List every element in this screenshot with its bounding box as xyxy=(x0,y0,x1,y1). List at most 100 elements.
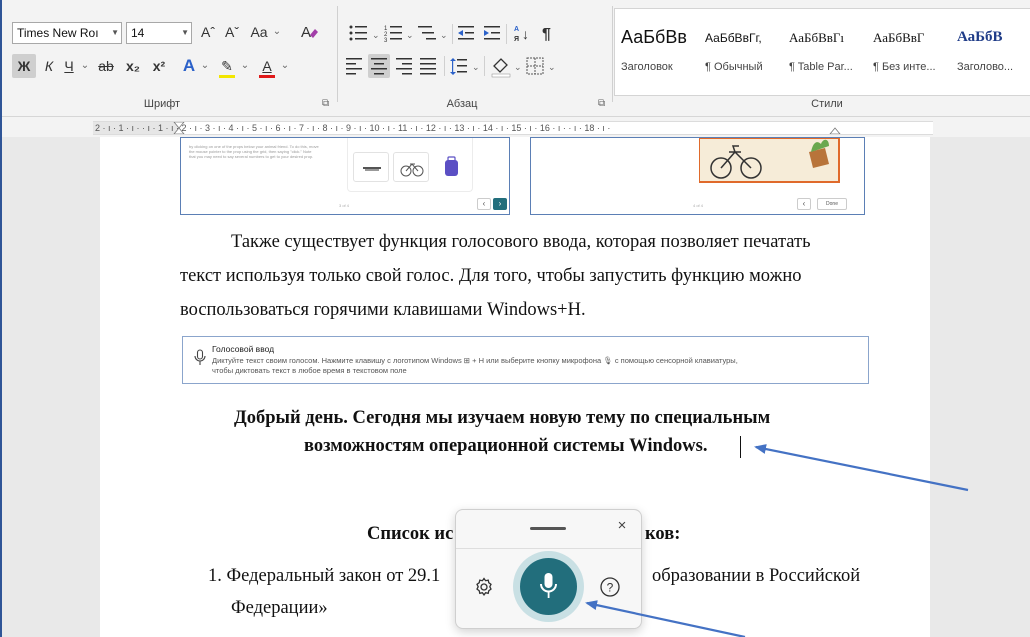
borders-icon[interactable] xyxy=(526,57,544,75)
svg-text:?: ? xyxy=(607,581,614,595)
font-name-combobox[interactable]: Times New Roı ▼ xyxy=(12,22,122,44)
show-formatting-marks-icon[interactable]: ¶ xyxy=(542,26,551,43)
heading-line: Добрый день. Сегодня мы изучаем новую те… xyxy=(234,408,771,428)
highlight-button[interactable]: ✎ xyxy=(216,54,238,78)
chevron-down-icon[interactable]: ⌄ xyxy=(240,54,250,78)
svg-text:⌄: ⌄ xyxy=(440,30,448,40)
horizontal-ruler[interactable]: 2 · ı · 1 · ı · · ı · 1 · ı · 2 · ı · 3 … xyxy=(93,121,933,135)
svg-text:⌄: ⌄ xyxy=(372,30,380,40)
style-item-table-paragraph[interactable]: АаБбВвГı ¶ Table Par... xyxy=(783,9,867,95)
svg-text:⌄: ⌄ xyxy=(472,62,480,72)
svg-text:3: 3 xyxy=(384,38,388,44)
embedded-prop-tile xyxy=(433,152,469,182)
embedded-page-indicator: 3 of 4 xyxy=(339,203,350,208)
strikethrough-button[interactable]: ab xyxy=(94,54,118,78)
embedded-illustration xyxy=(699,138,840,183)
numbering-icon[interactable]: 1 2 3 xyxy=(384,26,402,44)
chevron-down-icon[interactable]: ⌄ xyxy=(280,54,290,78)
style-item-title[interactable]: АаБбВв Заголовок xyxy=(615,9,699,95)
cake-icon xyxy=(363,167,381,171)
grow-font-button[interactable]: Aˆ xyxy=(197,20,219,44)
microphone-button[interactable] xyxy=(520,558,577,615)
backpack-icon xyxy=(445,156,458,176)
heading-line: возможностям операционной системы Window… xyxy=(304,436,708,456)
help-button[interactable]: ? xyxy=(599,576,621,598)
highlight-color-swatch xyxy=(219,75,235,78)
voice-banner-line: чтобы диктовать текст в любое время в те… xyxy=(212,366,407,375)
bold-button[interactable]: Ж xyxy=(12,54,36,78)
svg-text:A: A xyxy=(514,26,519,33)
list-item: Федерации» xyxy=(231,598,328,618)
close-button[interactable]: × xyxy=(611,515,633,537)
multilevel-list-icon[interactable] xyxy=(418,26,436,40)
chevron-down-icon[interactable]: ▼ xyxy=(111,23,119,43)
popup-divider xyxy=(456,548,641,549)
embedded-page-indicator: 4 of 4 xyxy=(693,203,704,208)
chevron-down-icon[interactable]: ⌄ xyxy=(200,54,210,78)
ribbon: Times New Roı ▼ 14 ▼ Aˆ Aˇ Aa ⌄ A Ж К Ч … xyxy=(2,0,1030,117)
dialog-launcher-icon[interactable]: ⧉ xyxy=(322,98,329,109)
decrease-indent-icon[interactable] xyxy=(458,26,474,40)
line-spacing-icon[interactable] xyxy=(450,58,467,75)
embedded-prop-tile xyxy=(393,152,429,182)
styles-group-label: Стили xyxy=(811,98,843,110)
chevron-down-icon[interactable]: ⌄ xyxy=(272,20,282,44)
font-name-value: Times New Roı xyxy=(17,26,99,40)
references-heading: ков: xyxy=(645,524,681,544)
embedded-voice-typing-banner: Голосовой ввод Диктуйте текст своим голо… xyxy=(182,336,869,384)
increase-indent-icon[interactable] xyxy=(484,26,500,40)
dialog-launcher-icon[interactable]: ⧉ xyxy=(598,98,605,109)
microphone-icon xyxy=(540,573,557,598)
list-item: образовании в Российской xyxy=(652,566,861,586)
voice-typing-popup: × ? xyxy=(455,509,642,629)
sort-icon[interactable]: A Я ↓ xyxy=(514,26,529,43)
underline-button[interactable]: Ч xyxy=(60,54,78,78)
embedded-screenshot-right: 4 of 4 ‹ Done xyxy=(530,137,865,215)
font-color-swatch xyxy=(259,75,275,78)
question-icon: ? xyxy=(600,577,620,597)
subscript-button[interactable]: x₂ xyxy=(122,54,144,78)
bullets-icon[interactable] xyxy=(349,25,368,41)
font-size-combobox[interactable]: 14 ▼ xyxy=(126,22,192,44)
svg-text:A: A xyxy=(301,24,311,41)
font-color-button[interactable]: A xyxy=(256,54,278,78)
drag-handle[interactable] xyxy=(530,527,566,530)
right-indent-marker-icon[interactable] xyxy=(829,122,841,134)
embedded-done-button: Done xyxy=(817,198,847,210)
paragraph-row-1: ⌄ 1 2 3 ⌄ ⌄ A Я ↓ ¶ xyxy=(349,24,551,44)
chevron-down-icon[interactable]: ⌄ xyxy=(80,54,90,78)
styles-gallery: АаБбВв Заголовок АаБбВвГг, ¶ Обычный АаБ… xyxy=(614,8,1030,96)
embedded-prev-button: ‹ xyxy=(477,198,491,210)
voice-banner-line: Диктуйте текст своим голосом. Нажмите кл… xyxy=(212,356,738,365)
style-item-normal[interactable]: АаБбВвГг, ¶ Обычный xyxy=(699,9,783,95)
svg-text:⌄: ⌄ xyxy=(514,62,522,72)
align-right-icon[interactable] xyxy=(396,58,412,75)
svg-text:⌄: ⌄ xyxy=(406,30,414,40)
superscript-button[interactable]: x² xyxy=(148,54,170,78)
align-left-icon[interactable] xyxy=(346,58,362,75)
shrink-font-button[interactable]: Aˇ xyxy=(221,20,243,44)
italic-button[interactable]: К xyxy=(40,54,58,78)
font-size-value: 14 xyxy=(131,26,145,40)
text-effects-button[interactable]: A xyxy=(178,54,200,78)
list-item: 1. Федеральный закон от 29.1 xyxy=(208,566,441,586)
text-cursor xyxy=(740,436,741,458)
embedded-screenshot-left: by clicking on one of the props below yo… xyxy=(180,137,510,215)
paragraph-line: Также существует функция голосового ввод… xyxy=(231,232,811,252)
chevron-down-icon[interactable]: ▼ xyxy=(181,23,189,43)
clear-formatting-button[interactable]: A xyxy=(298,20,320,44)
group-divider xyxy=(612,6,613,102)
first-line-indent-marker-icon[interactable] xyxy=(173,122,185,134)
shading-icon[interactable] xyxy=(491,58,511,78)
style-item-heading[interactable]: АаБбВ Заголово... xyxy=(951,9,1030,95)
svg-text:Я: Я xyxy=(514,36,519,43)
change-case-button[interactable]: Aa xyxy=(246,20,272,44)
style-item-no-spacing[interactable]: АаБбВвГ ¶ Без инте... xyxy=(867,9,951,95)
gear-icon xyxy=(476,577,492,597)
svg-text:↓: ↓ xyxy=(522,26,529,42)
settings-button[interactable] xyxy=(473,576,495,598)
font-group-label: Шрифт xyxy=(143,98,181,110)
paragraph-line: текст используя только свой голос. Для т… xyxy=(180,266,802,286)
justify-icon[interactable] xyxy=(420,58,436,75)
paragraph-group-label: Абзац xyxy=(446,98,478,110)
